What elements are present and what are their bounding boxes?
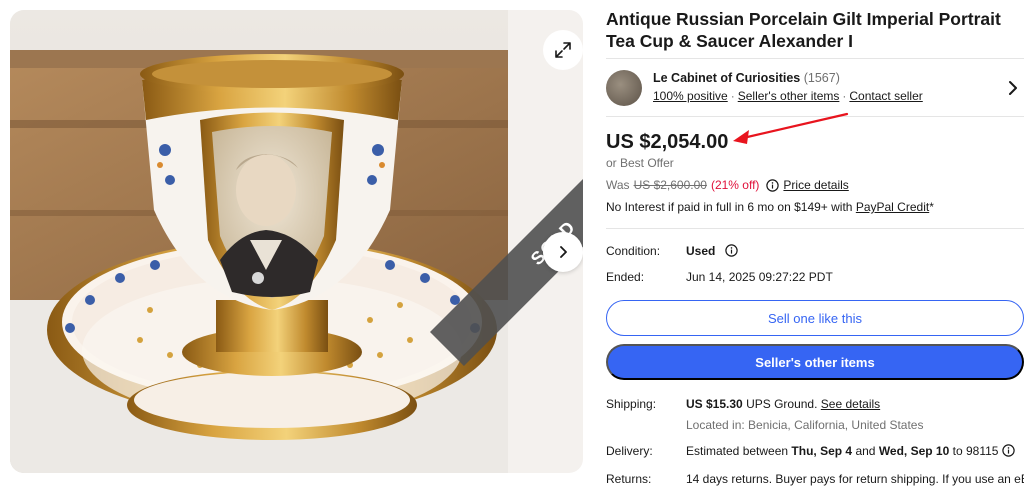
sellers-other-items-button[interactable]: Seller's other items: [606, 344, 1024, 380]
chevron-right-icon[interactable]: [1006, 80, 1020, 96]
seller-name-line: Le Cabinet of Curiosities (1567): [653, 71, 840, 85]
annotation-arrow: [733, 112, 849, 144]
shipping-price: US $15.30: [686, 397, 743, 411]
condition-value-line: Used: [686, 244, 738, 258]
separator-dot: ·: [842, 89, 847, 103]
sell-one-like-this-button[interactable]: Sell one like this: [606, 300, 1024, 336]
seller-avatar[interactable]: [606, 70, 642, 106]
delivery-value: Estimated between Thu, Sep 4 and Wed, Se…: [686, 444, 1015, 458]
image-gallery: SOLD: [10, 10, 583, 473]
delivery-end: Wed, Sep 10: [878, 444, 950, 458]
credit-text: No Interest if paid in full in 6 mo on $…: [606, 200, 853, 214]
shipping-value: US $15.30 UPS Ground. See details: [686, 397, 880, 411]
expand-button[interactable]: [543, 30, 583, 70]
condition-value: Used: [686, 244, 716, 258]
was-price-line: Was US $2,600.00 (21% off) Price details: [606, 178, 849, 192]
price: US $2,054.00: [606, 131, 729, 153]
delivery-start: Thu, Sep 4: [791, 444, 853, 458]
contact-seller-link[interactable]: Contact seller: [849, 89, 922, 103]
listing-photo[interactable]: [10, 10, 508, 473]
paypal-credit-link[interactable]: PayPal Credit: [856, 200, 929, 214]
ended-value: Jun 14, 2025 09:27:22 PDT: [686, 270, 833, 284]
delivery-zip: to 98115: [952, 444, 999, 458]
discount-percent: (21% off): [710, 178, 760, 192]
delivery-and: and: [855, 444, 876, 458]
divider: [606, 58, 1024, 59]
info-icon[interactable]: [1002, 444, 1015, 458]
delivery-label: Delivery:: [606, 444, 653, 458]
delivery-prefix: Estimated between: [686, 444, 789, 458]
price-details-link[interactable]: Price details: [783, 178, 848, 192]
condition-label: Condition:: [606, 244, 661, 258]
expand-icon: [555, 42, 571, 58]
info-icon[interactable]: [766, 178, 780, 192]
item-location: Located in: Benicia, California, United …: [686, 418, 924, 432]
was-price: US $2,600.00: [633, 178, 707, 192]
best-offer-text: or Best Offer: [606, 156, 674, 170]
separator-dot: ·: [730, 89, 735, 103]
teacup-illustration: [10, 50, 508, 473]
next-image-button[interactable]: [543, 232, 583, 272]
seller-card[interactable]: Le Cabinet of Curiosities (1567) 100% po…: [606, 70, 1024, 106]
shipping-label: Shipping:: [606, 397, 657, 411]
was-label: Was: [606, 178, 630, 192]
seller-name[interactable]: Le Cabinet of Curiosities: [653, 71, 800, 85]
seller-positive-link[interactable]: 100% positive: [653, 89, 728, 103]
returns-value: 14 days returns. Buyer pays for return s…: [686, 472, 1024, 486]
chevron-right-icon: [560, 246, 567, 258]
info-icon[interactable]: [724, 244, 738, 258]
credit-line: No Interest if paid in full in 6 mo on $…: [606, 200, 934, 214]
seller-other-items-link[interactable]: Seller's other items: [738, 89, 840, 103]
listing-info-panel: Antique Russian Porcelain Gilt Imperial …: [606, 0, 1024, 489]
seller-feedback-count: (1567): [803, 71, 840, 85]
credit-asterisk: *: [929, 200, 934, 214]
see-details-link[interactable]: See details: [821, 397, 880, 411]
listing-title: Antique Russian Porcelain Gilt Imperial …: [606, 9, 1001, 51]
seller-links: 100% positive · Seller's other items · Conta…: [653, 89, 923, 103]
divider: [606, 228, 1024, 229]
ended-label: Ended:: [606, 270, 645, 284]
shipping-service: UPS Ground.: [746, 397, 818, 411]
returns-label: Returns:: [606, 472, 652, 486]
